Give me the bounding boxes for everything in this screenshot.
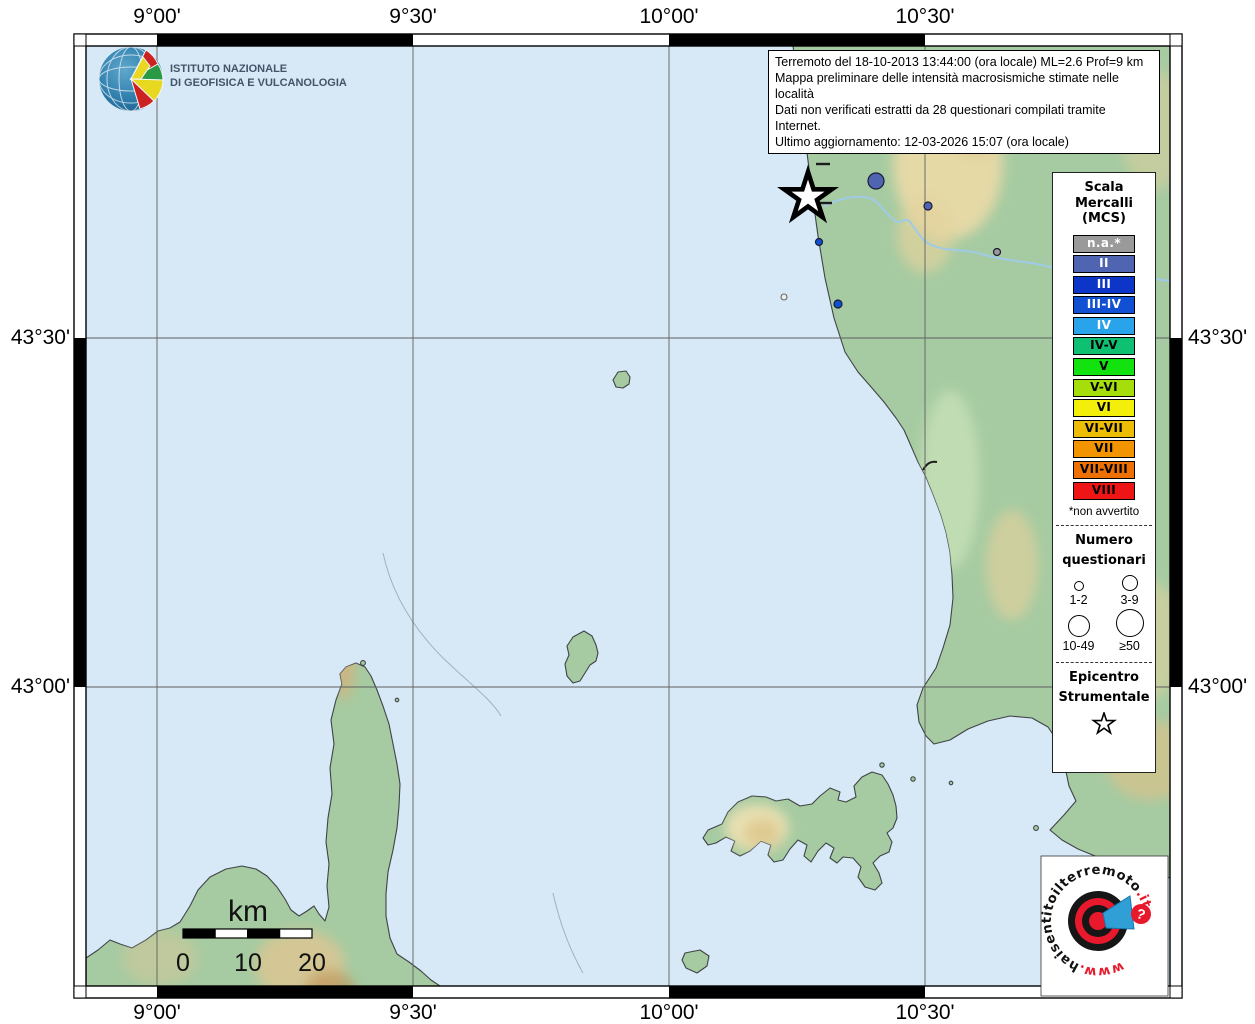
questionnaire-title-line1: Numero <box>1053 531 1155 551</box>
questionnaire-size-item: 1-2 <box>1053 575 1104 607</box>
legend-chip-n-a-: n.a.* <box>1073 235 1135 253</box>
axis-label-bottom-10-00: 10°00' <box>639 1001 698 1024</box>
legend-chip-viii: VIII <box>1073 482 1135 500</box>
epicenter-title-line2: Strumentale <box>1053 688 1155 708</box>
intensity-point-iii-iv <box>816 239 823 246</box>
ingv-logo <box>99 47 163 111</box>
questionnaire-size-label: ≥50 <box>1119 639 1140 653</box>
legend-chip-iv-v: IV-V <box>1073 337 1135 355</box>
questionnaire-size-item: 10-49 <box>1053 609 1104 653</box>
legend-chip-v-vi: V-VI <box>1073 379 1135 397</box>
axis-label-left-43-30: 43°30' <box>0 326 70 350</box>
axis-label-bottom-9-30: 9°30' <box>389 1001 436 1024</box>
legend-divider <box>1056 525 1152 526</box>
legend-chip-v: V <box>1073 358 1135 376</box>
scale-tick-10: 10 <box>234 949 262 977</box>
questionnaire-size-circle <box>1122 575 1138 591</box>
intensity-point-ii <box>924 202 932 210</box>
legend-star-icon <box>1091 712 1117 736</box>
islet <box>880 763 884 767</box>
haisentito-watermark: ? www.haisentitoilterremoto.it <box>1040 856 1168 996</box>
questionnaire-size-label: 1-2 <box>1069 593 1087 607</box>
islet <box>395 698 399 702</box>
axis-label-right-43-30: 43°30' <box>1188 326 1247 350</box>
islet <box>361 661 366 666</box>
islet <box>949 781 953 785</box>
islet <box>911 777 915 781</box>
ingv-name-line2: DI GEOFISICA E VULCANOLOGIA <box>170 76 347 90</box>
axis-label-top-9-30: 9°30' <box>389 5 436 29</box>
islet-meloria <box>781 294 787 300</box>
scale-tick-0: 0 <box>176 949 190 977</box>
legend-chip-iv: IV <box>1073 317 1135 335</box>
legend-chip-vii: VII <box>1073 440 1135 458</box>
questionnaire-title-line2: questionari <box>1053 551 1155 571</box>
event-title-box: Terremoto del 18-10-2013 13:44:00 (ora l… <box>768 50 1160 154</box>
legend-footnote: *non avvertito <box>1053 506 1155 518</box>
legend-chip-vi: VI <box>1073 399 1135 417</box>
map-description-line: Mappa preliminare delle intensità macros… <box>775 70 1153 102</box>
legend-panel: Scala Mercalli (MCS) n.a.*IIIIIIII-IVIVI… <box>1052 172 1156 773</box>
legend-chip-vii-viii: VII-VIII <box>1073 461 1135 479</box>
legend-chips: n.a.*IIIIIIII-IVIVIV-VVV-VIVIVI-VIIVIIVI… <box>1053 235 1155 500</box>
axis-label-top-10-30: 10°30' <box>895 5 954 29</box>
questionnaire-size-item: 3-9 <box>1104 575 1155 607</box>
axis-label-bottom-10-30: 10°30' <box>895 1001 954 1024</box>
legend-epicenter-star <box>1053 712 1155 741</box>
last-update-line: Ultimo aggiornamento: 12-03-2026 15:07 (… <box>775 134 1153 150</box>
legend-divider-2 <box>1056 662 1152 663</box>
axis-label-top-9-00: 9°00' <box>133 5 180 29</box>
intensity-point-ii <box>868 173 884 189</box>
ingv-macroseismic-map-page: km 0 10 20 <box>0 0 1255 1024</box>
intensity-point-n-a- <box>994 249 1001 256</box>
legend-title: Scala Mercalli (MCS) <box>1053 180 1155 227</box>
questionnaire-size-label: 10-49 <box>1063 639 1095 653</box>
legend-chip-ii: II <box>1073 255 1135 273</box>
axis-label-left-43-00: 43°00' <box>0 675 70 699</box>
intensity-point-iii-iv <box>834 300 842 308</box>
legend-chip-iii-iv: III-IV <box>1073 296 1135 314</box>
scale-tick-20: 20 <box>298 949 326 977</box>
questionnaire-size-item: ≥50 <box>1104 609 1155 653</box>
islet <box>1034 826 1039 831</box>
legend-chip-iii: III <box>1073 276 1135 294</box>
axis-label-top-10-00: 10°00' <box>639 5 698 29</box>
ingv-institute-name: ISTITUTO NAZIONALE DI GEOFISICA E VULCAN… <box>170 62 347 91</box>
questionnaire-size-circle <box>1068 615 1090 637</box>
legend-chip-vi-vii: VI-VII <box>1073 420 1135 438</box>
axis-label-bottom-9-00: 9°00' <box>133 1001 180 1024</box>
data-disclaimer-line: Dati non verificati estratti da 28 quest… <box>775 102 1153 134</box>
questionnaire-size-circle <box>1116 609 1144 637</box>
questionnaire-size-label: 3-9 <box>1120 593 1138 607</box>
ingv-name-line1: ISTITUTO NAZIONALE <box>170 62 347 76</box>
scale-unit-label: km <box>228 895 268 928</box>
event-summary-line: Terremoto del 18-10-2013 13:44:00 (ora l… <box>775 54 1153 70</box>
epicenter-title-line1: Epicentro <box>1053 668 1155 688</box>
questionnaire-sizes: 1-2 3-9 10-49 ≥50 <box>1053 575 1155 655</box>
axis-label-right-43-00: 43°00' <box>1188 675 1247 699</box>
questionnaire-size-circle <box>1074 581 1084 591</box>
